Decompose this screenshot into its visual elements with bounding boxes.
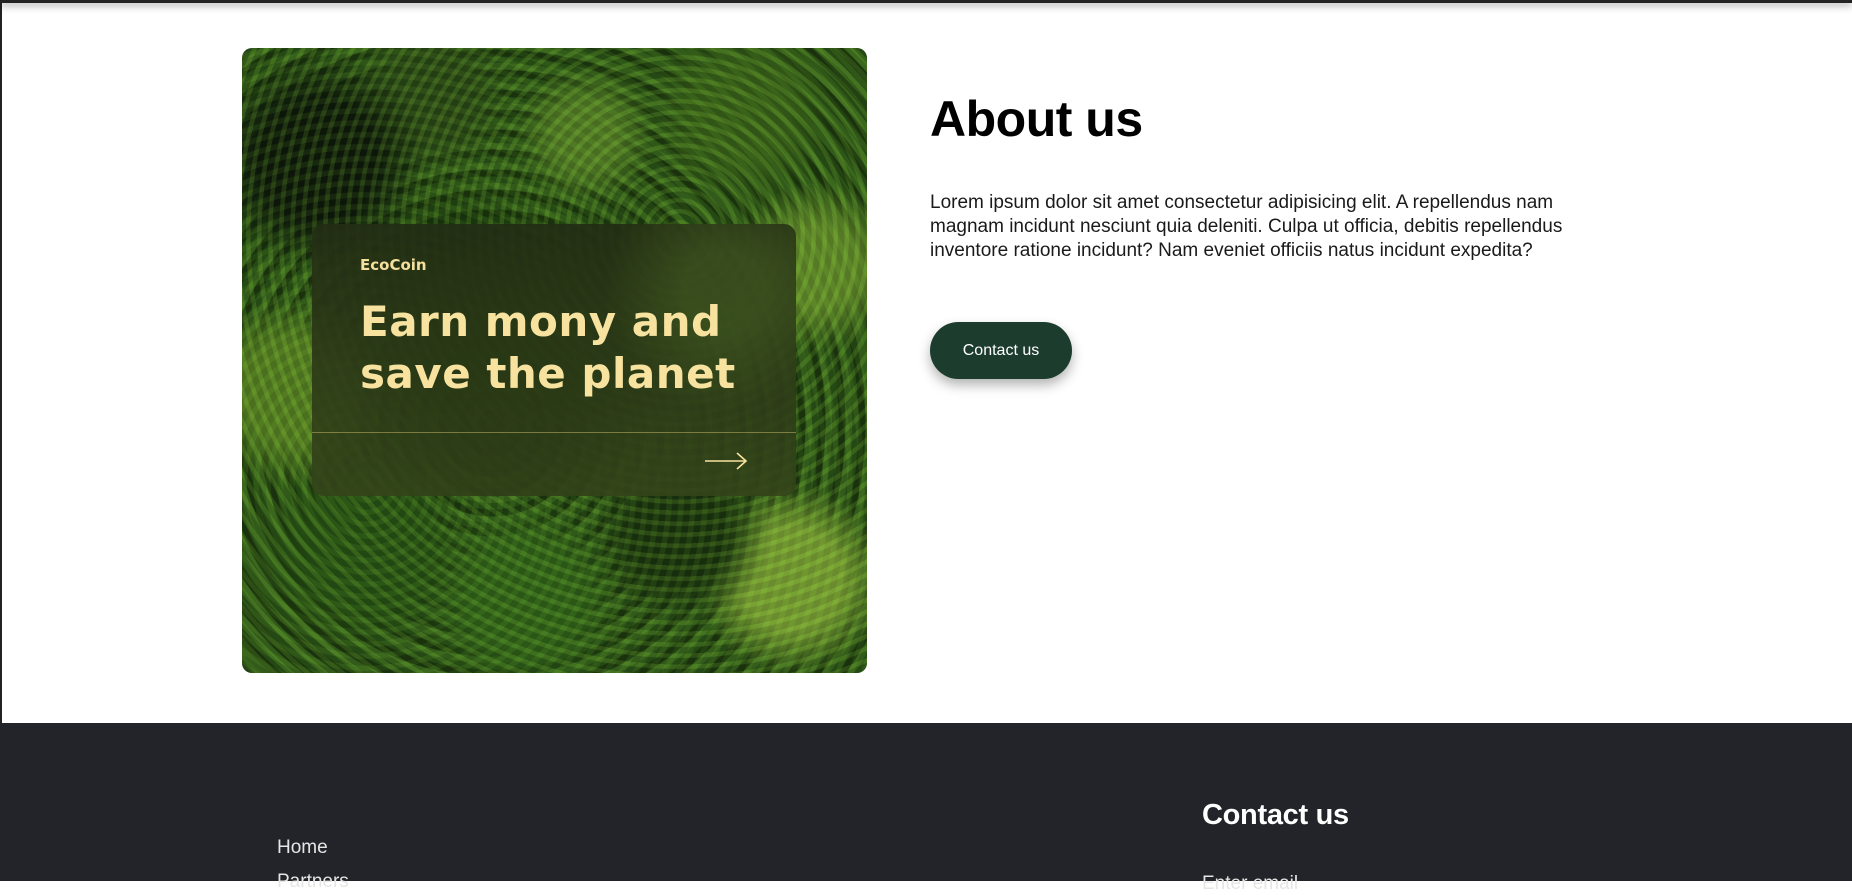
footer: Home Partners Contact us Enter email <box>0 723 1852 894</box>
promo-divider <box>312 432 796 433</box>
promo-headline: Earn mony and save the planet <box>360 297 736 398</box>
forest-image: EcoCoin Earn mony and save the planet <box>242 48 867 673</box>
about-description: Lorem ipsum dolor sit amet consectetur a… <box>930 192 1563 261</box>
about-title: About us <box>930 91 1143 147</box>
footer-contact-title: Contact us <box>1202 799 1349 831</box>
header-shadow <box>0 0 1852 3</box>
promo-brand: EcoCoin <box>360 256 427 274</box>
footer-email-label: Enter email <box>1202 873 1299 894</box>
footer-link-home[interactable]: Home <box>277 837 328 859</box>
arrow-right-icon[interactable] <box>704 450 748 472</box>
promo-card: EcoCoin Earn mony and save the planet <box>312 224 796 496</box>
footer-link-partners[interactable]: Partners <box>277 871 349 893</box>
contact-us-button[interactable]: Contact us <box>930 322 1072 379</box>
